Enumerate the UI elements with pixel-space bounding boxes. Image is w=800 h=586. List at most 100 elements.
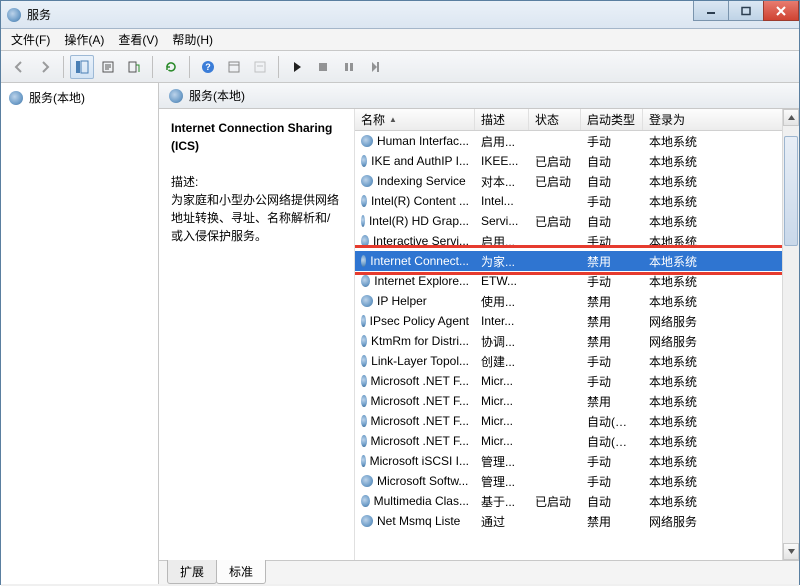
cell-desc: Servi... [475, 214, 529, 228]
cell-name: Human Interfac... [355, 134, 475, 148]
cell-desc: Micr... [475, 434, 529, 448]
service-row[interactable]: Net Msmq Liste通过禁用网络服务 [355, 511, 799, 531]
cell-startup: 禁用 [581, 513, 643, 530]
properties2-button[interactable] [222, 55, 246, 79]
service-row[interactable]: Internet Connect...为家...禁用本地系统 [355, 251, 799, 271]
start-service-button[interactable] [285, 55, 309, 79]
cell-name: Link-Layer Topol... [355, 354, 475, 368]
tab-standard[interactable]: 标准 [216, 560, 266, 584]
scroll-down-icon[interactable] [783, 543, 799, 560]
minimize-button[interactable] [693, 1, 729, 21]
menu-help[interactable]: 帮助(H) [172, 31, 213, 48]
gear-icon [169, 89, 183, 103]
service-name-text: Interactive Servi... [373, 234, 469, 248]
scroll-up-icon[interactable] [783, 109, 799, 126]
cell-name: Intel(R) Content ... [355, 194, 475, 208]
gear-icon [361, 475, 373, 487]
pane-header: 服务(本地) [159, 83, 799, 109]
cell-logon: 网络服务 [643, 333, 799, 350]
service-name-text: Indexing Service [377, 174, 466, 188]
service-row[interactable]: Microsoft .NET F...Micr...禁用本地系统 [355, 391, 799, 411]
export2-button[interactable] [248, 55, 272, 79]
gear-icon [361, 455, 366, 467]
pane-header-title: 服务(本地) [189, 87, 245, 104]
service-row[interactable]: IKE and AuthIP I...IKEE...已启动自动本地系统 [355, 151, 799, 171]
tree-node-services-local[interactable]: 服务(本地) [7, 87, 152, 108]
maximize-button[interactable] [728, 1, 764, 21]
vertical-scrollbar[interactable] [782, 109, 799, 560]
cell-name: Internet Connect... [355, 254, 475, 268]
stop-service-button[interactable] [311, 55, 335, 79]
service-row[interactable]: Indexing Service对本...已启动自动本地系统 [355, 171, 799, 191]
gear-icon [361, 275, 370, 287]
cell-logon: 本地系统 [643, 133, 799, 150]
column-header-status[interactable]: 状态 [529, 109, 581, 130]
gear-icon [361, 395, 367, 407]
show-hide-tree-button[interactable] [70, 55, 94, 79]
cell-logon: 本地系统 [643, 213, 799, 230]
cell-startup: 自动(延迟... [581, 413, 643, 430]
titlebar: 服务 [1, 1, 799, 29]
service-row[interactable]: Microsoft iSCSI I...管理...手动本地系统 [355, 451, 799, 471]
column-header-desc[interactable]: 描述 [475, 109, 529, 130]
service-row[interactable]: Microsoft .NET F...Micr...自动(延迟...本地系统 [355, 431, 799, 451]
column-header-startup[interactable]: 启动类型 [581, 109, 643, 130]
cell-name: Internet Explore... [355, 274, 475, 288]
service-row[interactable]: Intel(R) Content ...Intel...手动本地系统 [355, 191, 799, 211]
service-row[interactable]: Microsoft .NET F...Micr...自动(延迟...本地系统 [355, 411, 799, 431]
description-body: 为家庭和小型办公网络提供网络地址转换、寻址、名称解析和/或入侵保护服务。 [171, 191, 342, 245]
column-header-name[interactable]: 名称▲ [355, 109, 475, 130]
service-row[interactable]: Intel(R) HD Grap...Servi...已启动自动本地系统 [355, 211, 799, 231]
cell-name: Interactive Servi... [355, 234, 475, 248]
service-name-text: Microsoft .NET F... [371, 434, 469, 448]
cell-name: Intel(R) HD Grap... [355, 214, 475, 228]
cell-logon: 本地系统 [643, 433, 799, 450]
service-row[interactable]: KtmRm for Distri...协调...禁用网络服务 [355, 331, 799, 351]
close-button[interactable] [763, 1, 799, 21]
tab-extended[interactable]: 扩展 [167, 560, 217, 584]
selected-service-name: Internet Connection Sharing (ICS) [171, 119, 342, 155]
service-name-text: Net Msmq Liste [377, 514, 460, 528]
pause-service-button[interactable] [337, 55, 361, 79]
menu-action[interactable]: 操作(A) [64, 31, 104, 48]
help-button[interactable]: ? [196, 55, 220, 79]
menu-view[interactable]: 查看(V) [118, 31, 158, 48]
menu-file[interactable]: 文件(F) [11, 31, 50, 48]
gear-icon [361, 335, 367, 347]
service-row[interactable]: Microsoft .NET F...Micr...手动本地系统 [355, 371, 799, 391]
cell-desc: 创建... [475, 353, 529, 370]
cell-name: Microsoft .NET F... [355, 414, 475, 428]
service-row[interactable]: Human Interfac...启用...手动本地系统 [355, 131, 799, 151]
service-row[interactable]: Multimedia Clas...基于...已启动自动本地系统 [355, 491, 799, 511]
tree-node-label: 服务(本地) [29, 89, 85, 106]
detail-tabs: 扩展 标准 [159, 560, 799, 584]
cell-desc: 管理... [475, 473, 529, 490]
restart-service-button[interactable] [363, 55, 387, 79]
cell-name: Indexing Service [355, 174, 475, 188]
service-row[interactable]: IP Helper使用...禁用本地系统 [355, 291, 799, 311]
nav-forward-button[interactable] [33, 55, 57, 79]
cell-startup: 自动 [581, 493, 643, 510]
service-row[interactable]: IPsec Policy AgentInter...禁用网络服务 [355, 311, 799, 331]
service-row[interactable]: Microsoft Softw...管理...手动本地系统 [355, 471, 799, 491]
nav-back-button[interactable] [7, 55, 31, 79]
properties-button[interactable] [96, 55, 120, 79]
cell-logon: 网络服务 [643, 313, 799, 330]
scrollbar-thumb[interactable] [784, 136, 798, 246]
export-list-button[interactable] [122, 55, 146, 79]
service-row[interactable]: Internet Explore...ETW...手动本地系统 [355, 271, 799, 291]
cell-logon: 本地系统 [643, 233, 799, 250]
gear-icon [361, 375, 367, 387]
cell-name: IP Helper [355, 294, 475, 308]
column-header-logon[interactable]: 登录为 [643, 109, 799, 130]
svg-text:?: ? [205, 62, 211, 72]
service-row[interactable]: Interactive Servi...启用...手动本地系统 [355, 231, 799, 251]
cell-logon: 本地系统 [643, 253, 799, 270]
service-name-text: Microsoft Softw... [377, 474, 468, 488]
service-row[interactable]: Link-Layer Topol...创建...手动本地系统 [355, 351, 799, 371]
cell-startup: 禁用 [581, 313, 643, 330]
cell-startup: 禁用 [581, 253, 643, 270]
service-name-text: IKE and AuthIP I... [371, 154, 469, 168]
scrollbar-track[interactable] [783, 126, 799, 543]
refresh-button[interactable] [159, 55, 183, 79]
